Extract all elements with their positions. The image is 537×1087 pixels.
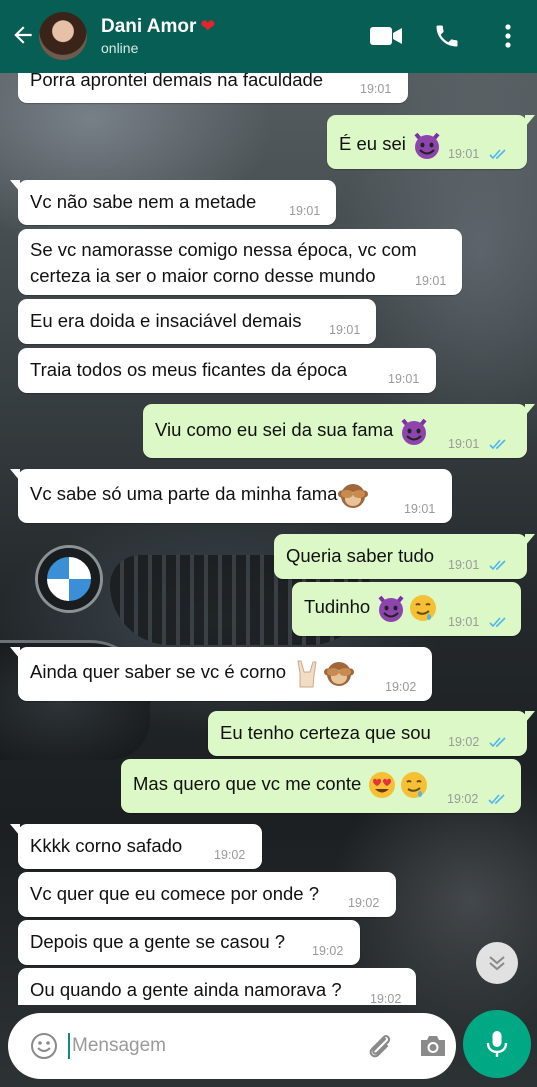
avatar[interactable] <box>39 12 87 60</box>
camera-icon[interactable] <box>418 1032 448 1060</box>
devil-emoji-icon <box>401 418 427 445</box>
phone-icon[interactable] <box>433 22 461 50</box>
message-text-line: certeza ia ser o maior corno desse mundo <box>30 265 376 286</box>
microphone-icon <box>486 1031 508 1057</box>
video-call-icon[interactable] <box>368 24 404 48</box>
contact-name-text: Dani Amor <box>101 16 197 37</box>
drooling-face-emoji-icon <box>410 595 437 621</box>
message-text: Vc quer que eu comece por onde ? <box>30 883 319 904</box>
message-text: Queria saber tudo <box>286 545 435 566</box>
text-cursor <box>68 1033 70 1059</box>
message-time: 19:02 <box>348 896 380 910</box>
message-text: Ainda quer saber se vc é corno <box>30 660 287 682</box>
message-time: 19:01 <box>415 274 447 288</box>
message-outgoing[interactable]: Viu como eu sei da sua fama 19:01 <box>143 404 535 458</box>
message-time: 19:01 <box>329 323 361 337</box>
message-text: Depois que a gente se casou ? <box>30 931 286 952</box>
message-text: É eu sei <box>339 132 406 154</box>
message-time: 19:01 <box>404 502 436 516</box>
message-time: 19:02 <box>448 735 480 749</box>
emoji-icon[interactable] <box>30 1032 58 1060</box>
horns-hand-emoji-icon <box>297 660 317 688</box>
message-text: Ou quando a gente ainda namorava ? <box>30 979 342 1000</box>
message-text: Kkkk corno safado <box>30 835 183 856</box>
message-incoming[interactable]: Ou quando a gente ainda namorava ? 19:02 <box>18 968 416 1005</box>
message-time: 19:02 <box>214 848 246 862</box>
read-ticks-icon <box>489 560 506 571</box>
scroll-to-bottom-button[interactable] <box>476 942 518 984</box>
message-time: 19:01 <box>448 615 480 629</box>
see-no-evil-monkey-emoji-icon <box>338 484 369 508</box>
message-time: 19:02 <box>447 792 479 806</box>
message-outgoing[interactable]: Eu tenho certeza que sou 19:02 <box>208 711 535 756</box>
heart-eyes-emoji-icon <box>369 772 396 798</box>
read-ticks-icon <box>488 794 505 805</box>
message-incoming[interactable]: Vc sabe só uma parte da minha fama 19:01 <box>10 469 452 523</box>
arrow-left-icon[interactable] <box>10 22 36 48</box>
chat-header: Dani Amor ❤ online <box>0 0 537 73</box>
message-incoming[interactable]: Vc quer que eu comece por onde ? 19:02 <box>18 872 396 917</box>
message-text: Traia todos os meus ficantes da época <box>30 359 348 380</box>
read-ticks-icon <box>489 439 506 450</box>
message-incoming[interactable]: Se vc namorasse comigo nessa época, vc c… <box>18 229 462 295</box>
message-text: Viu como eu sei da sua fama <box>155 418 394 440</box>
message-time: 19:01 <box>388 372 420 386</box>
message-time: 19:01 <box>289 204 321 218</box>
message-time: 19:01 <box>360 82 392 96</box>
message-text: Tudinho <box>304 595 371 617</box>
message-outgoing[interactable]: Mas quero que vc me conte 19:02 <box>121 759 521 813</box>
message-time: 19:02 <box>312 944 344 958</box>
heart-icon: ❤ <box>200 16 216 36</box>
message-incoming[interactable]: Ainda quer saber se vc é corno 19:02 <box>10 647 432 701</box>
message-incoming[interactable]: Depois que a gente se casou ? 19:02 <box>18 920 360 965</box>
more-vert-icon[interactable] <box>498 22 518 50</box>
message-text: Vc sabe só uma parte da minha fama <box>30 482 338 504</box>
message-input[interactable] <box>72 1031 342 1061</box>
message-outgoing[interactable]: Tudinho 19:01 <box>292 582 521 636</box>
chevrons-down-icon <box>489 956 505 971</box>
message-text: Eu era doida e insaciável demais <box>30 310 302 331</box>
devil-emoji-icon <box>414 132 440 159</box>
message-time: 19:01 <box>448 437 480 451</box>
paperclip-icon[interactable] <box>363 1030 395 1062</box>
message-text: Mas quero que vc me conte <box>133 772 362 794</box>
message-outgoing[interactable]: Queria saber tudo 19:01 <box>274 534 535 579</box>
message-text: Eu tenho certeza que sou <box>220 722 431 743</box>
message-time: 19:02 <box>370 992 402 1005</box>
read-ticks-icon <box>489 617 506 628</box>
message-incoming[interactable]: Traia todos os meus ficantes da época 19… <box>18 348 436 393</box>
message-incoming[interactable]: Porra aprontei demais na faculdade 19:01 <box>18 73 408 103</box>
message-text-line: Se vc namorasse comigo nessa época, vc c… <box>30 239 417 260</box>
message-time: 19:01 <box>448 558 480 572</box>
message-incoming[interactable]: Eu era doida e insaciável demais 19:01 <box>18 299 376 344</box>
message-list[interactable]: Porra aprontei demais na faculdade 19:01… <box>0 73 537 1005</box>
message-incoming[interactable]: Kkkk corno safado 19:02 <box>10 824 262 869</box>
drooling-face-emoji-icon <box>401 772 428 798</box>
microphone-button[interactable] <box>463 1010 531 1078</box>
message-incoming[interactable]: Vc não sabe nem a metade 19:01 <box>10 180 336 225</box>
message-time: 19:01 <box>448 147 480 161</box>
message-time: 19:02 <box>385 680 417 694</box>
read-ticks-icon <box>489 737 506 748</box>
message-text: Vc não sabe nem a metade <box>30 191 257 212</box>
contact-status: online <box>101 40 139 56</box>
devil-emoji-icon <box>378 595 404 622</box>
message-outgoing[interactable]: É eu sei 19:01 <box>327 115 535 169</box>
read-ticks-icon <box>489 149 506 160</box>
contact-name[interactable]: Dani Amor ❤ <box>101 16 215 38</box>
see-no-evil-monkey-emoji-icon <box>324 662 355 686</box>
message-composer <box>8 1013 456 1079</box>
message-text: Porra aprontei demais na faculdade <box>30 73 324 90</box>
